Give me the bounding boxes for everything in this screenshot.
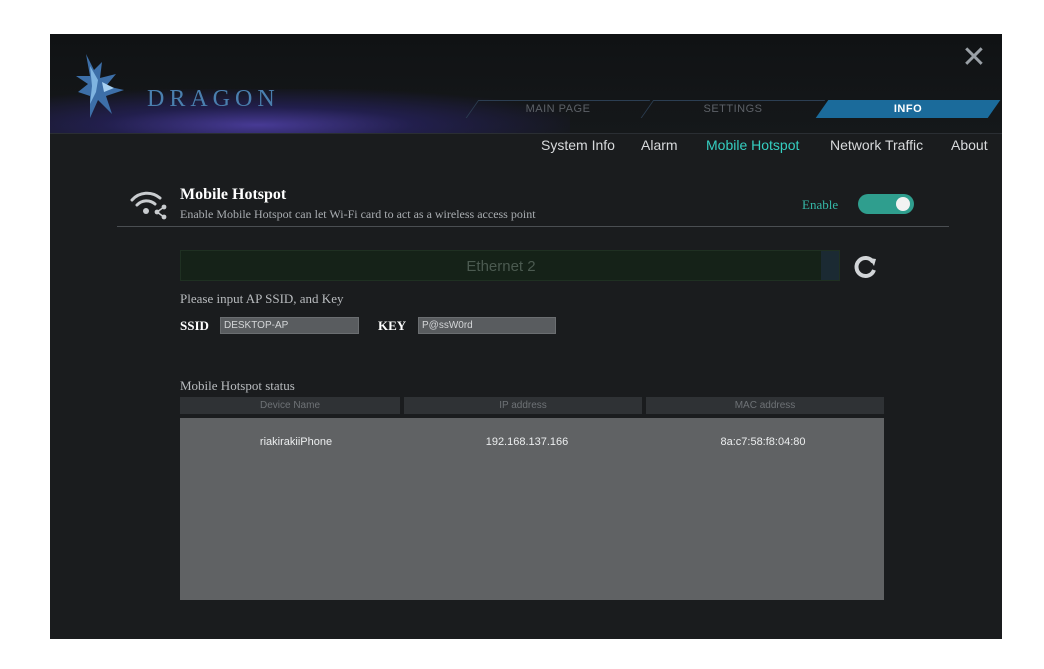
tab-settings-label: SETTINGS xyxy=(703,103,763,115)
key-label: KEY xyxy=(378,318,407,333)
section-title: Mobile Hotspot xyxy=(180,186,287,203)
tab-settings[interactable]: SETTINGS xyxy=(640,100,826,118)
header-banner xyxy=(50,34,1002,134)
hotspot-status-label: Mobile Hotspot status xyxy=(180,378,295,393)
adapter-selected-value: Ethernet 2 xyxy=(466,258,536,275)
toggle-knob xyxy=(896,197,910,211)
banner-divider xyxy=(50,133,1002,134)
section-description: Enable Mobile Hotspot can let Wi-Fi card… xyxy=(180,207,536,221)
enable-toggle[interactable] xyxy=(858,194,914,214)
app-logo-text: DRAGON xyxy=(147,86,280,112)
close-button[interactable]: ✕ xyxy=(960,43,988,73)
mac-address-cell: 8a:c7:58:f8:04:80 xyxy=(720,436,806,448)
credentials-prompt: Please input AP SSID, and Key xyxy=(180,291,344,306)
device-table: riakirakiiPhone 192.168.137.166 8a:c7:58… xyxy=(180,418,884,600)
tab-main-page[interactable]: MAIN PAGE xyxy=(465,100,651,118)
column-header-device-name: Device Name xyxy=(180,397,400,414)
ssid-label: SSID xyxy=(180,318,209,333)
device-name-cell: riakirakiiPhone xyxy=(259,436,333,448)
key-input[interactable] xyxy=(418,317,556,334)
tab-info-label: INFO xyxy=(893,103,923,115)
dragon-logo-icon xyxy=(76,54,124,118)
subtab-mobile-hotspot[interactable]: Mobile Hotspot xyxy=(706,137,799,157)
section-divider xyxy=(117,226,949,227)
column-header-ip-address: IP address xyxy=(404,397,642,414)
tab-main-page-label: MAIN PAGE xyxy=(525,103,591,115)
refresh-icon[interactable] xyxy=(850,252,880,282)
subtab-about[interactable]: About xyxy=(951,137,988,157)
app-window: DRAGON ✕ MAIN PAGE SETTINGS INFO System … xyxy=(50,34,1002,639)
enable-label: Enable xyxy=(802,197,839,212)
column-header-mac-address: MAC address xyxy=(646,397,884,414)
ssid-input[interactable] xyxy=(220,317,359,334)
tab-info[interactable]: INFO xyxy=(815,100,1001,118)
network-adapter-select[interactable]: Ethernet 2 xyxy=(180,250,840,281)
dropdown-arrow-icon xyxy=(821,251,839,280)
wifi-share-icon xyxy=(130,191,167,220)
subtab-network-traffic[interactable]: Network Traffic xyxy=(830,137,923,157)
subtab-alarm[interactable]: Alarm xyxy=(641,137,678,157)
subtab-system-info[interactable]: System Info xyxy=(541,137,615,157)
ip-address-cell: 192.168.137.166 xyxy=(485,436,569,448)
